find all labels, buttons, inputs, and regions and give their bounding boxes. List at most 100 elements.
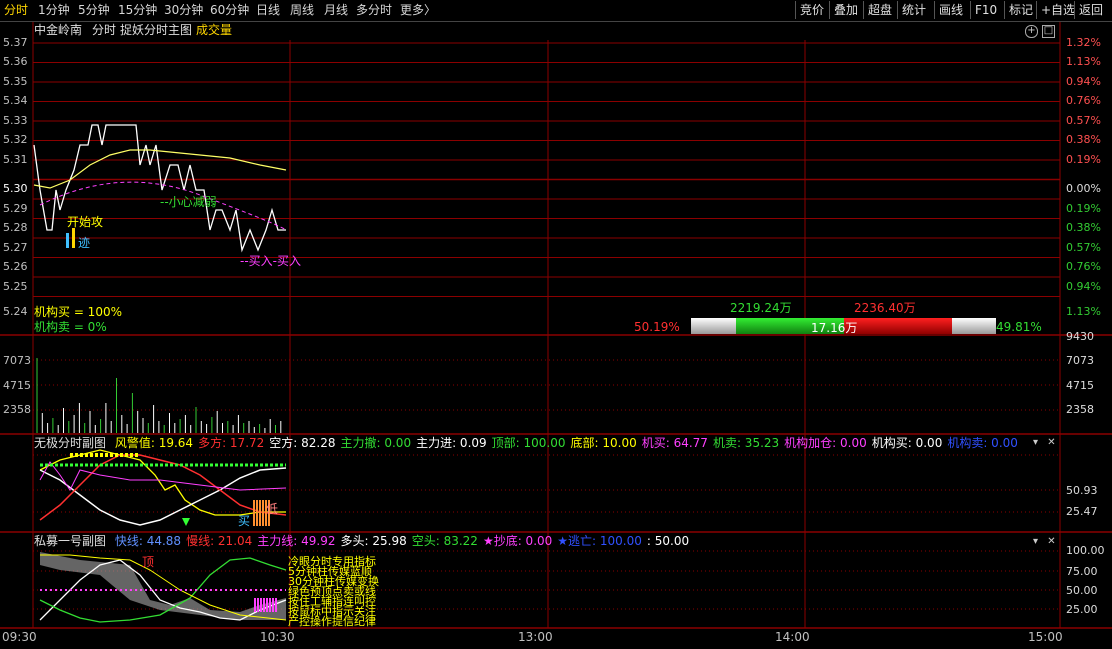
indicator-value: 慢线: 21.04	[186, 534, 253, 548]
indicator-value: 空方: 82.28	[269, 436, 336, 450]
indicator-value: 主力进: 0.09	[416, 436, 487, 450]
indicator-value: 主力撤: 0.00	[340, 436, 412, 450]
sub2-tick: 100.00	[1066, 544, 1105, 557]
pct-tick: 0.76%	[1066, 260, 1101, 273]
close-icon[interactable]: ✕	[1046, 537, 1057, 548]
sub1-tick: 50.93	[1066, 484, 1098, 497]
pct-tick: 0.57%	[1066, 241, 1101, 254]
buy-ratio: 50.19%	[634, 320, 680, 334]
sub2-tick: 25.00	[1066, 603, 1098, 616]
bar-right-gray	[952, 318, 996, 334]
dropdown-icon[interactable]: ▾	[1030, 438, 1041, 449]
price-line	[33, 124, 286, 253]
price-tick: 5.26	[3, 260, 28, 273]
indicator-value: ★逃亡: 100.00	[557, 534, 642, 548]
indicator-value: 主力线: 49.92	[257, 534, 336, 548]
price-tick: 5.25	[3, 280, 28, 293]
sub2-magenta-bar	[272, 598, 274, 612]
volume-tick: 7073	[1066, 354, 1094, 367]
sub1-orange-bar	[262, 500, 264, 526]
pct-tick: 0.57%	[1066, 114, 1101, 127]
volume-tick: 2358	[1066, 403, 1094, 416]
institution-sell: 机构卖 = 0%	[34, 320, 107, 334]
pct-tick: 0.94%	[1066, 75, 1101, 88]
indicator-value: 机卖: 35.23	[712, 436, 780, 450]
sub1-buy-mark: 买	[238, 514, 251, 528]
price-tick: 5.32	[3, 133, 28, 146]
sub1-orange-bar	[256, 500, 258, 526]
sub1-orange-bar	[253, 500, 255, 526]
pct-tick-base: 0.00%	[1066, 182, 1101, 195]
indicator-value: ★抄底: 0.00	[482, 534, 553, 548]
volume-tick: 7073	[3, 354, 31, 367]
sub2-magenta-bar	[260, 598, 262, 612]
bar-left-gray	[691, 318, 736, 334]
pct-tick: 0.19%	[1066, 202, 1101, 215]
volume-tick: 4715	[1066, 379, 1094, 392]
sub2-name[interactable]: 私募一号副图	[34, 534, 106, 548]
buy-signal: --买入-买入	[240, 254, 301, 268]
wind-alert-line	[39, 449, 286, 516]
bar-red	[844, 318, 952, 334]
sub1-header: 无极分时副图 风警值: 19.64 多方: 17.72 空方: 82.28 主力撤: …	[34, 436, 1018, 451]
indicator-value: 顶部: 100.00	[491, 436, 566, 450]
sub1-tick: 25.47	[1066, 505, 1098, 518]
trace-marker	[66, 233, 69, 248]
buy-sell-bar: 17.16万	[691, 318, 996, 335]
price-tick: 5.36	[3, 55, 28, 68]
pct-tick: 0.76%	[1066, 94, 1101, 107]
price-tick: 5.29	[3, 202, 28, 215]
sub2-gray-area	[40, 552, 286, 620]
buy-amount: 2219.24万	[730, 301, 792, 315]
pct-tick: 0.19%	[1066, 153, 1101, 166]
price-tick: 5.27	[3, 241, 28, 254]
pct-tick: 1.32%	[1066, 36, 1101, 49]
legend-line: 产控操作提信纪律	[288, 615, 376, 628]
attack-signal: 开始攻	[67, 215, 104, 229]
indicator-value: 空头: 83.22	[411, 534, 478, 548]
pct-tick: 0.38%	[1066, 133, 1101, 146]
pct-tick: 1.13%	[1066, 305, 1101, 318]
sub2-magenta-bar	[275, 598, 277, 612]
sub2-legend: 冷眼分时专用指标 5分钟柱传媒蓝顺 30分钟柱传媒变换 绿色预顶点卖或线 按住工…	[288, 556, 379, 628]
sell-amount: 2236.40万	[854, 301, 916, 315]
time-tick: 09:30	[2, 630, 37, 644]
sub2-top-mark: 顶	[142, 555, 155, 569]
sub2-magenta-bar	[266, 598, 268, 612]
sell-ratio: 49.81%	[996, 320, 1042, 334]
indicator-value: 机构卖: 0.00	[947, 436, 1018, 450]
sub1-low-mark: 低	[266, 502, 279, 516]
sub2-tick: 50.00	[1066, 584, 1098, 597]
time-tick: 14:00	[775, 630, 810, 644]
sub1-orange-bar	[259, 500, 261, 526]
sub2-values: 快线: 44.88 慢线: 21.04 主力线: 49.92 多头: 25.98 空头:…	[110, 534, 689, 548]
attack-marker	[72, 228, 75, 248]
indicator-value: 机构加仓: 0.00	[784, 436, 867, 450]
price-tick: 5.31	[3, 153, 28, 166]
indicator-value: 风警值: 19.64	[114, 436, 194, 450]
price-tick: 5.28	[3, 221, 28, 234]
price-tick: 5.35	[3, 75, 28, 88]
volume-tick: 2358	[3, 403, 31, 416]
close-icon[interactable]: ✕	[1046, 438, 1057, 449]
caution-signal: --小心减弱	[160, 195, 217, 209]
sub2-tick: 75.00	[1066, 565, 1098, 578]
dropdown-icon[interactable]: ▾	[1030, 537, 1041, 548]
indicator-value: 机买: 64.77	[641, 436, 708, 450]
price-tick: 5.37	[3, 36, 28, 49]
volume-tick: 9430	[1066, 330, 1094, 343]
price-tick: 5.24	[3, 305, 28, 318]
sub2-magenta-bar	[269, 598, 271, 612]
indicator-value: 多头: 25.98	[340, 534, 407, 548]
indicator-value: 机构买: 0.00	[871, 436, 943, 450]
sub1-values: 风警值: 19.64 多方: 17.72 空方: 82.28 主力撤: 0.00 主力进…	[110, 436, 1018, 450]
indicator-value: 底部: 10.00	[570, 436, 637, 450]
pct-tick: 0.94%	[1066, 280, 1101, 293]
indicator-value: : 50.00	[646, 534, 690, 548]
average-price-line	[33, 149, 287, 189]
price-tick: 5.34	[3, 94, 28, 107]
sub2-magenta-bar	[263, 598, 265, 612]
price-tick-base: 5.30	[3, 182, 28, 195]
sub2-magenta-bar	[257, 598, 259, 612]
sub1-name[interactable]: 无极分时副图	[34, 436, 106, 450]
